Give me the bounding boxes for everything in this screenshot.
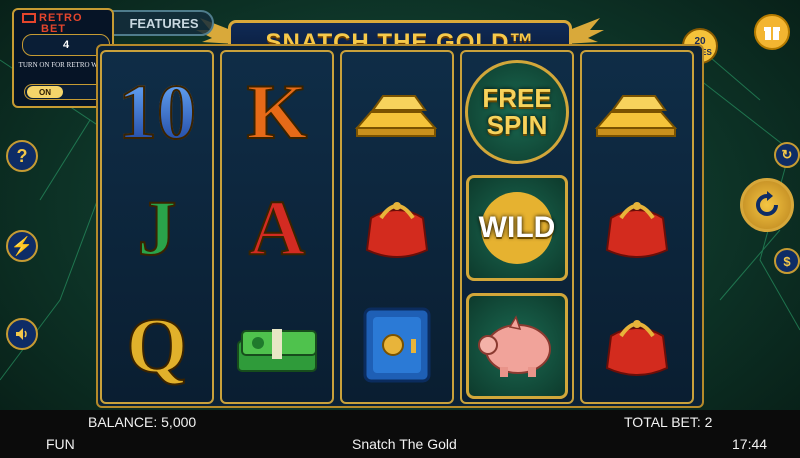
ten-symbol: 10 xyxy=(117,68,197,155)
spin-arrow-icon xyxy=(756,191,778,216)
gold-bars-symbol xyxy=(342,54,452,170)
clock-label: 17:44 xyxy=(732,436,768,452)
features-tab[interactable]: FEATURES xyxy=(100,10,214,36)
wild-symbol: WILD xyxy=(462,170,572,286)
gold-bars-icon xyxy=(354,95,438,137)
question-icon: ? xyxy=(16,145,28,166)
balance-text: BALANCE: 5,000 xyxy=(88,414,197,430)
retro-wild-toggle[interactable]: ON xyxy=(24,84,106,100)
red-purse-symbol xyxy=(582,288,692,404)
toggle-knob: ON xyxy=(27,86,63,98)
refresh-icon: ↻ xyxy=(781,147,793,162)
sound-button[interactable] xyxy=(6,318,38,350)
reel-area: 10 J Q K A FREE SPIN WILD xyxy=(96,44,704,408)
gift-icon xyxy=(764,27,780,40)
free-spin-symbol: FREE SPIN xyxy=(462,54,572,170)
queen-symbol: Q xyxy=(126,302,189,389)
bet-button[interactable]: $ xyxy=(774,248,800,274)
speaker-icon xyxy=(16,328,27,340)
status-bar: BALANCE: 5,000 TOTAL BET: 2 FUN Snatch T… xyxy=(0,410,800,458)
mode-label: FUN xyxy=(46,436,75,452)
reel-2: K A xyxy=(220,50,334,404)
features-label: FEATURES xyxy=(129,15,199,31)
red-purse-icon xyxy=(365,202,429,258)
gift-button[interactable] xyxy=(754,14,790,50)
spin-button[interactable] xyxy=(740,178,794,232)
ace-symbol: A xyxy=(248,184,306,271)
dollar-icon: $ xyxy=(783,253,791,269)
help-button[interactable]: ? xyxy=(6,140,38,172)
reel-4: FREE SPIN WILD xyxy=(460,50,574,404)
game-name-label: Snatch The Gold xyxy=(352,436,457,452)
king-symbol: K xyxy=(246,68,309,155)
piggy-bank-icon xyxy=(478,315,551,377)
safe-icon xyxy=(363,307,431,383)
piggy-bank-symbol xyxy=(462,288,572,404)
retro-screen-icon xyxy=(22,13,36,23)
retro-bet-logo: RETRO BET xyxy=(22,13,83,35)
jack-symbol: J xyxy=(137,184,178,271)
red-purse-icon xyxy=(605,320,669,376)
red-purse-symbol xyxy=(582,170,692,286)
total-bet-text: TOTAL BET: 2 xyxy=(624,414,713,430)
reel-1: 10 J Q xyxy=(100,50,214,404)
gold-bars-icon xyxy=(594,95,678,137)
reel-5 xyxy=(580,50,694,404)
autoplay-button[interactable]: ↻ xyxy=(774,142,800,168)
turbo-button[interactable]: ⚡ xyxy=(6,230,38,262)
gold-bars-symbol xyxy=(582,54,692,170)
cash-stack-symbol xyxy=(222,288,332,404)
safe-symbol xyxy=(342,288,452,404)
lightning-icon: ⚡ xyxy=(10,235,34,256)
cash-stack-icon xyxy=(237,329,317,372)
reel-3 xyxy=(340,50,454,404)
red-purse-symbol xyxy=(342,170,452,286)
red-purse-icon xyxy=(605,202,669,258)
